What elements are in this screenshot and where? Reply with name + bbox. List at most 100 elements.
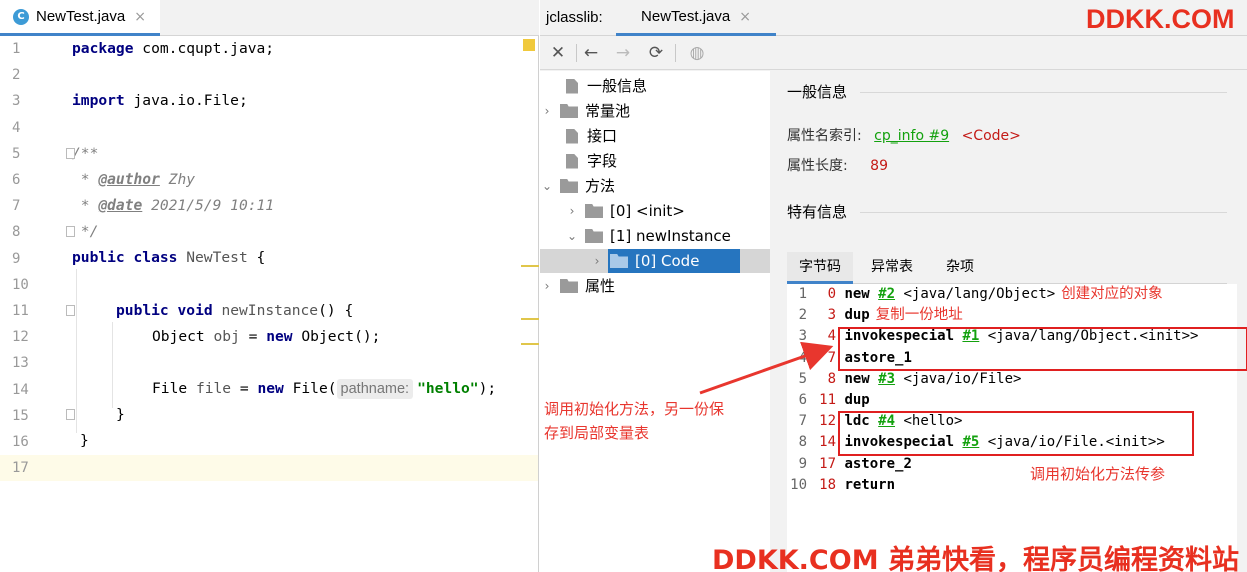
bytecode-opcode: dup — [844, 392, 870, 408]
bytecode-row: 6 11 dup — [787, 390, 1237, 411]
tree-item-code-selected[interactable]: › [0] Code — [540, 249, 770, 273]
annotation-right-note: 调用初始化方法传参 — [1030, 465, 1166, 483]
highlight-box-ldc-invoke — [838, 411, 1194, 456]
bytecode-offset: 0 — [827, 286, 836, 302]
close-icon[interactable]: × — [134, 9, 146, 25]
code-line-14: File file = new File(pathname: "hello"); — [152, 379, 497, 399]
fold-icon[interactable] — [66, 409, 75, 420]
bytecode-line-number: 1 — [798, 286, 807, 302]
bytecode-line-number: 3 — [798, 328, 807, 345]
code-line-5: /** — [72, 145, 99, 162]
chevron-right-icon[interactable]: › — [590, 249, 604, 273]
line-number: 13 — [12, 355, 29, 372]
attribute-length: 属性长度: 89 — [787, 158, 888, 174]
forward-arrow-icon[interactable]: → — [610, 40, 636, 66]
divider — [860, 212, 1227, 213]
tab-exception-table[interactable]: 异常表 — [859, 252, 925, 284]
bytecode-offset: 17 — [819, 455, 836, 472]
close-icon[interactable]: × — [739, 9, 751, 25]
line-number: 16 — [12, 434, 29, 450]
chevron-right-icon[interactable]: › — [540, 274, 554, 298]
jclasslib-prefix: jclasslib: — [546, 9, 603, 26]
chevron-down-icon[interactable]: ⌄ — [540, 174, 554, 198]
line-number: 2 — [12, 67, 21, 84]
back-arrow-icon[interactable]: ← — [578, 40, 604, 66]
line-number: 3 — [12, 93, 21, 110]
line-number: 1 — [12, 41, 21, 57]
jclasslib-tab-newtest[interactable]: NewTest.java × — [616, 0, 776, 36]
chevron-right-icon[interactable]: › — [565, 199, 579, 223]
highlight-box-init-store — [838, 327, 1247, 371]
inspection-status-icon[interactable] — [523, 39, 535, 51]
close-icon[interactable]: ✕ — [545, 40, 571, 66]
line-number: 10 — [12, 276, 29, 293]
web-globe-icon[interactable]: ◍ — [684, 40, 710, 66]
jclasslib-panel: jclasslib: NewTest.java × ✕ ← → ⟳ ◍ 一般信息… — [540, 0, 1247, 572]
bytecode-opcode: return — [844, 476, 896, 493]
file-icon — [566, 153, 578, 169]
editor-tab-newtest[interactable]: C NewTest.java × — [0, 0, 160, 36]
tree-item-method-newinstance[interactable]: ⌄ [1] newInstance — [565, 224, 731, 248]
scrollbar-marker[interactable] — [521, 318, 539, 320]
bytecode-row: 5 8 new #3 <java/io/File> — [787, 369, 1237, 390]
toolbar-separator — [675, 44, 676, 62]
code-line-17-current[interactable] — [72, 455, 538, 481]
line-number: 14 — [12, 381, 29, 398]
bytecode-line-number: 6 — [798, 392, 807, 408]
line-number: 7 — [12, 198, 21, 215]
tree-item-methods[interactable]: ⌄ 方法 — [540, 174, 615, 198]
line-number: 17 — [0, 455, 72, 482]
code-editor[interactable]: C NewTest.java × 1 2 3 4 5 6 7 8 9 10 11 12 13 14 15 16… — [0, 0, 539, 572]
refresh-icon[interactable]: ⟳ — [643, 40, 669, 66]
parameter-hint: pathname: — [336, 379, 414, 399]
tree-item-method-init[interactable]: › [0] <init> — [565, 199, 685, 223]
editor-tab-label: NewTest.java — [36, 8, 126, 25]
bytecode-offset: 7 — [827, 349, 836, 366]
scrollbar-marker[interactable] — [521, 265, 539, 267]
line-number-gutter: 1 2 3 4 5 6 7 8 9 10 11 12 13 14 15 16 17 — [0, 36, 72, 572]
folder-icon — [560, 104, 578, 118]
fold-icon[interactable] — [66, 226, 75, 237]
tree-item-interfaces[interactable]: 接口 — [546, 124, 617, 148]
tree-item-attributes[interactable]: › 属性 — [540, 274, 615, 298]
code-line-15: } — [116, 406, 125, 423]
file-icon — [566, 128, 578, 144]
bytecode-listing[interactable]: 10 new #2 <java/lang/Object> 创建对应的对象 2 3 du… — [787, 284, 1247, 572]
bytecode-argument: <java/io/File> — [895, 370, 1022, 387]
bytecode-opcode: dup — [844, 307, 870, 324]
editor-tab-bar: C NewTest.java × — [0, 0, 539, 36]
tab-bytecode[interactable]: 字节码 — [787, 252, 853, 284]
file-icon — [566, 78, 578, 94]
tree-item-general-info[interactable]: 一般信息 — [546, 74, 647, 98]
class-structure-tree[interactable]: 一般信息 › 常量池 接口 字段 ⌄ 方法 › [0] <init> ⌄ [1] new… — [540, 71, 770, 572]
code-line-11: public void newInstance() { — [116, 302, 354, 319]
line-number: 9 — [12, 250, 21, 267]
attribute-details: 一般信息 属性名索引: cp_info #9 <Code> 属性长度: 89 特… — [770, 71, 1247, 572]
bytecode-line-number: 7 — [798, 413, 807, 430]
tab-misc[interactable]: 杂项 — [934, 252, 986, 284]
bytecode-argument: <java/lang/Object> — [895, 286, 1056, 302]
code-area[interactable]: package com.cqupt.java; import java.io.F… — [72, 36, 538, 572]
code-line-6: * @author Zhy — [72, 171, 196, 188]
bytecode-offset: 14 — [819, 434, 836, 451]
code-line-16: } — [80, 432, 89, 449]
chevron-down-icon[interactable]: ⌄ — [565, 224, 579, 248]
tree-item-constant-pool[interactable]: › 常量池 — [540, 99, 630, 123]
constant-pool-ref-link[interactable]: #3 — [878, 371, 895, 387]
fold-icon[interactable] — [66, 148, 75, 159]
folder-icon — [560, 179, 578, 193]
jclasslib-toolbar: ✕ ← → ⟳ ◍ — [540, 36, 1247, 70]
code-line-3: import java.io.File; — [72, 92, 248, 109]
fold-icon[interactable] — [66, 305, 75, 316]
bytecode-line-number: 5 — [798, 370, 807, 387]
scrollbar-marker[interactable] — [521, 343, 539, 345]
bytecode-opcode: astore_2 — [844, 455, 912, 472]
tree-item-fields[interactable]: 字段 — [546, 149, 617, 173]
divider — [860, 92, 1227, 93]
chevron-right-icon[interactable]: › — [540, 99, 554, 123]
cp-info-link[interactable]: cp_info #9 — [874, 128, 949, 144]
bytecode-opcode: new — [844, 370, 870, 387]
constant-pool-ref-link[interactable]: #2 — [878, 286, 895, 302]
folder-icon — [610, 254, 628, 268]
code-line-12: Object obj = new Object(); — [152, 328, 381, 345]
